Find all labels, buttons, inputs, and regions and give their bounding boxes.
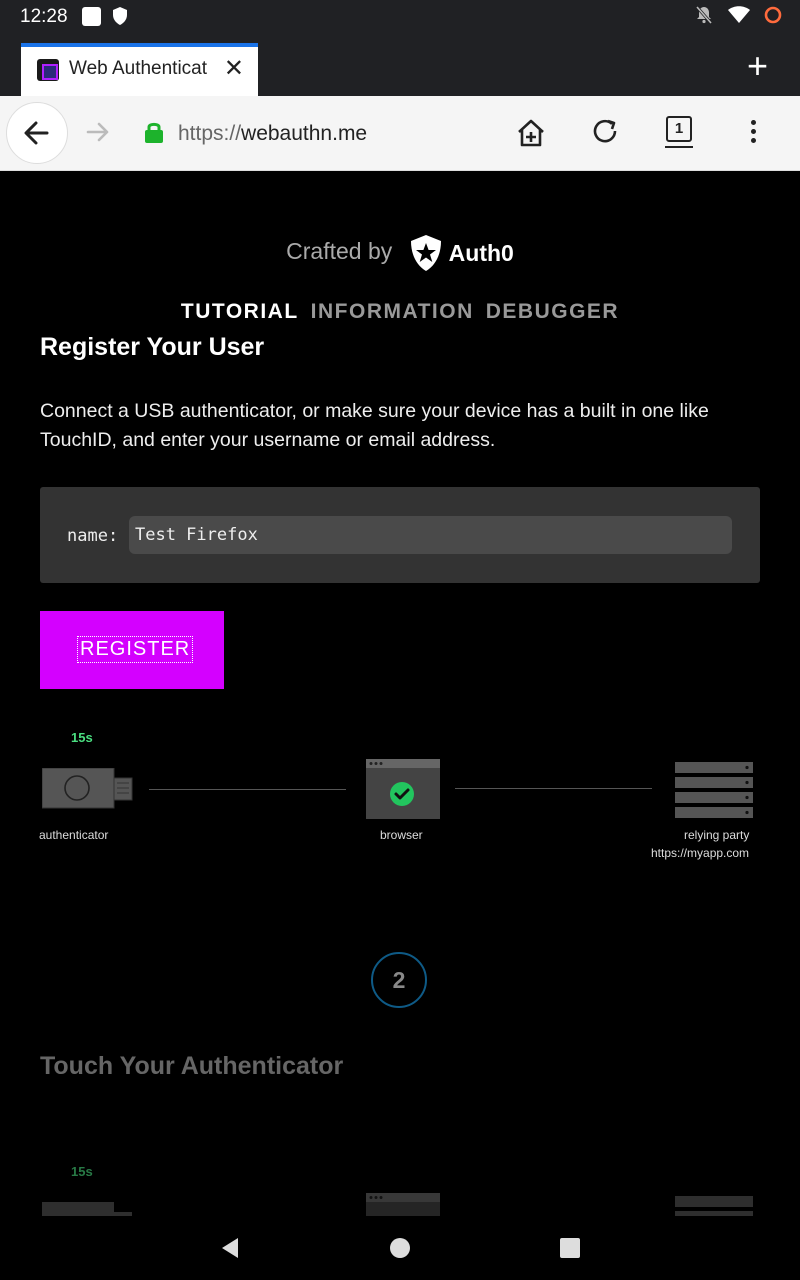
url-scheme: https:// — [178, 122, 242, 145]
notification-icon — [82, 7, 101, 26]
authenticator-label: authenticator — [39, 828, 109, 842]
auth0-shield-icon — [410, 235, 441, 271]
crafted-by-text: Crafted by — [286, 238, 393, 265]
tab-strip: Web Authenticat ✕ + — [0, 34, 800, 96]
connector-line — [149, 789, 346, 790]
favicon-icon — [37, 59, 59, 81]
register-button[interactable]: REGISTER — [40, 611, 224, 689]
browser-icon — [366, 1193, 440, 1216]
register-heading: Register Your User — [40, 333, 265, 361]
nav-debugger[interactable]: DEBUGGER — [486, 300, 619, 323]
touch-heading: Touch Your Authenticator — [40, 1052, 344, 1080]
clock: 12:28 — [20, 6, 68, 27]
register-button-label: REGISTER — [77, 636, 194, 663]
browser-tab[interactable]: Web Authenticat ✕ — [21, 43, 258, 96]
home-nav-icon[interactable] — [389, 1237, 411, 1259]
server-icon — [675, 1196, 753, 1216]
lock-icon[interactable] — [144, 120, 164, 144]
name-label: name: — [67, 526, 119, 546]
timer-2: 15s — [71, 1164, 93, 1179]
add-to-home-icon[interactable] — [515, 117, 547, 149]
system-nav-bar — [0, 1216, 800, 1280]
server-icon — [675, 762, 753, 818]
tab-title: Web Authenticat — [69, 58, 208, 79]
register-intro: Connect a USB authenticator, or make sur… — [40, 400, 709, 451]
arrow-left-icon — [24, 121, 49, 145]
nav-tutorial[interactable]: TUTORIAL — [181, 300, 299, 323]
new-tab-button[interactable]: + — [747, 48, 768, 84]
opera-icon — [764, 6, 782, 24]
back-button[interactable] — [6, 102, 68, 164]
authenticator-icon — [42, 1202, 132, 1216]
name-form: name: — [40, 487, 760, 583]
check-icon — [390, 782, 414, 806]
reload-icon[interactable] — [590, 117, 620, 147]
timer: 15s — [71, 730, 93, 745]
nav-information[interactable]: INFORMATION — [311, 300, 474, 323]
flow-diagram-2: 15s — [0, 1164, 800, 1216]
notifications-off-icon — [695, 6, 713, 24]
crafted-by: Crafted by Auth0 — [0, 234, 800, 272]
wifi-icon — [728, 6, 750, 23]
browser-toolbar: https://webauthn.me 1 — [0, 96, 800, 171]
back-nav-icon[interactable] — [218, 1236, 242, 1260]
name-input[interactable] — [129, 516, 732, 554]
relying-party-url: https://myapp.com — [651, 846, 750, 860]
close-tab-icon[interactable]: ✕ — [224, 54, 244, 83]
forward-button[interactable] — [84, 118, 112, 146]
authenticator-icon — [42, 768, 133, 809]
menu-icon[interactable] — [751, 120, 757, 147]
url-host: webauthn.me — [241, 122, 368, 145]
url-bar[interactable]: https://webauthn.me — [178, 122, 367, 146]
auth0-logo[interactable]: Auth0 — [409, 234, 514, 272]
auth0-brand-text: Auth0 — [448, 239, 514, 266]
shield-icon — [113, 7, 127, 25]
recents-nav-icon[interactable] — [559, 1237, 581, 1259]
tab-switcher-button[interactable]: 1 — [665, 116, 693, 148]
step-number: 2 — [371, 952, 427, 1008]
connector-line — [455, 788, 652, 789]
main-nav: TUTORIAL INFORMATION DEBUGGER — [0, 300, 800, 324]
relying-party-label: relying party — [684, 828, 750, 842]
status-bar: 12:28 — [0, 0, 800, 34]
flow-diagram: 15s authenticator browser relying party … — [0, 730, 800, 870]
browser-label: browser — [380, 828, 423, 842]
